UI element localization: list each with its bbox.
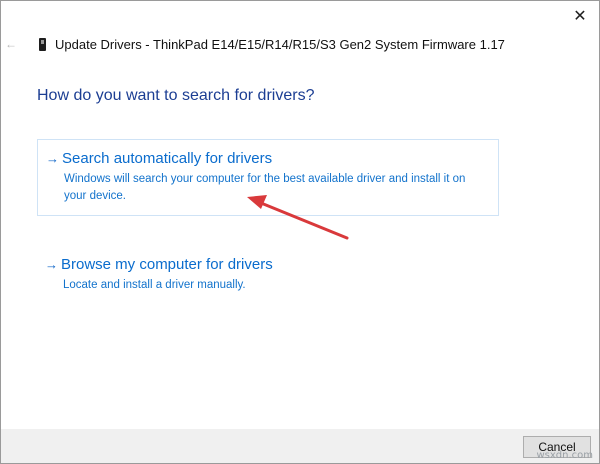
update-drivers-dialog: ✕ ← Update Drivers - ThinkPad E14/E15/R1… (0, 0, 600, 464)
dialog-title: Update Drivers - ThinkPad E14/E15/R14/R1… (55, 37, 505, 52)
dialog-footer: Cancel (1, 429, 599, 463)
arrow-right-icon: → (45, 257, 58, 272)
watermark: wsxdn.com (536, 450, 593, 461)
device-icon (39, 38, 46, 51)
option-title[interactable]: Browse my computer for drivers (61, 256, 273, 273)
option-title[interactable]: Search automatically for drivers (62, 150, 272, 167)
red-arrow-annotation (247, 195, 349, 240)
arrow-right-icon: → (46, 151, 59, 166)
browse-computer-option[interactable]: → Browse my computer for drivers Locate … (37, 246, 499, 304)
page-heading: How do you want to search for drivers? (37, 87, 315, 104)
back-arrow-icon[interactable]: ← (5, 37, 19, 51)
close-icon[interactable]: ✕ (569, 5, 591, 27)
option-description: Locate and install a driver manually. (63, 279, 246, 291)
